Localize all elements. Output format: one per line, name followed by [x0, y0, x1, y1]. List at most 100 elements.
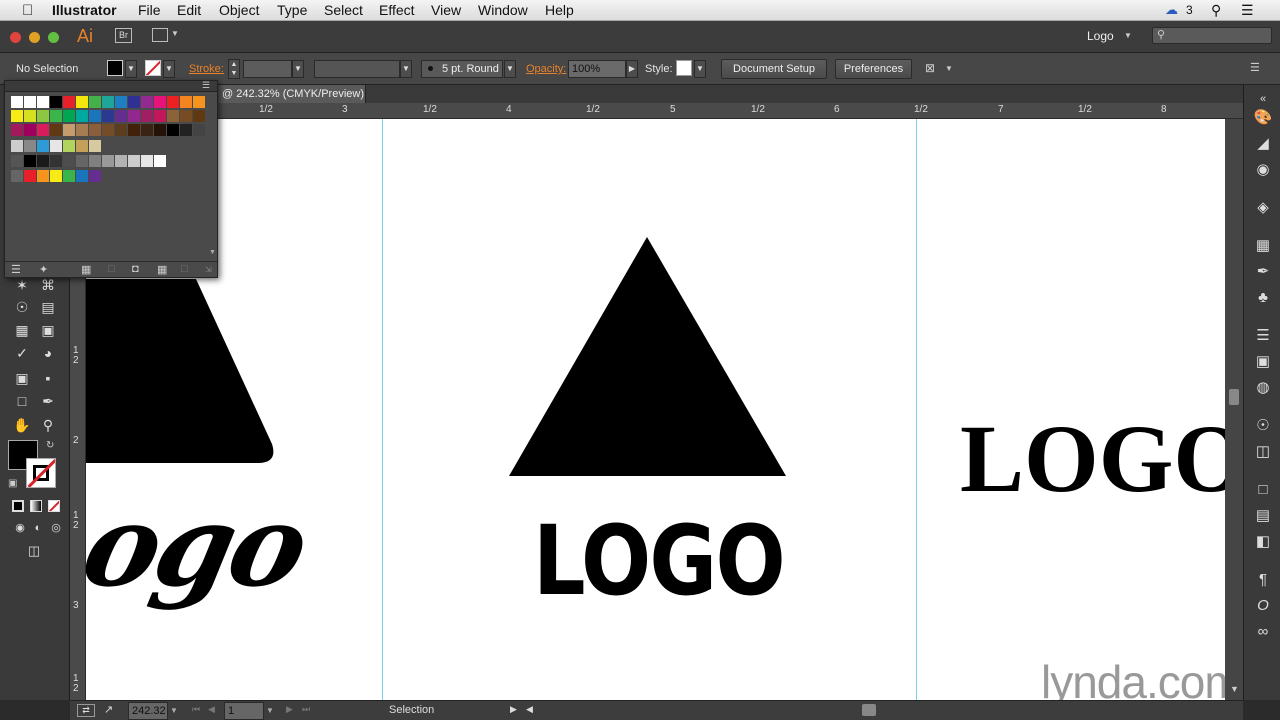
scroll-thumb[interactable]: [1229, 389, 1239, 405]
color-swatch[interactable]: [141, 155, 153, 167]
menu-effect[interactable]: Effect: [379, 2, 415, 18]
swap-colors-icon[interactable]: ↻: [46, 440, 54, 451]
new-swatch-icon[interactable]: ▦: [157, 263, 167, 276]
graphic-style-swatch[interactable]: [676, 60, 692, 76]
draw-normal-icon[interactable]: ◉: [10, 518, 30, 538]
appearance-icon[interactable]: ☉: [1252, 415, 1274, 437]
arrange-documents-icon[interactable]: [152, 28, 168, 42]
color-swatch[interactable]: [11, 110, 23, 122]
hscroll-left-icon[interactable]: ◀: [526, 704, 533, 715]
color-swatch[interactable]: [154, 96, 166, 108]
color-swatch[interactable]: [180, 96, 192, 108]
color-swatch[interactable]: [63, 155, 75, 167]
color-swatch[interactable]: [89, 96, 101, 108]
color-swatch[interactable]: [24, 96, 36, 108]
scroll-down-icon[interactable]: ▼: [1230, 684, 1239, 694]
color-swatch[interactable]: [154, 124, 166, 136]
eyedropper-icon[interactable]: ✓: [12, 343, 32, 363]
color-swatch[interactable]: [24, 155, 36, 167]
resize-grip-icon[interactable]: ⇲: [205, 265, 212, 274]
perspective-grid-icon[interactable]: □: [12, 391, 32, 411]
transparency-icon[interactable]: ◍: [1252, 377, 1274, 399]
search-help-field[interactable]: ⚲: [1152, 27, 1272, 44]
draw-behind-icon[interactable]: ◐: [28, 518, 48, 538]
color-swatch[interactable]: [89, 140, 101, 152]
color-swatch[interactable]: [180, 110, 192, 122]
color-swatch[interactable]: [154, 155, 166, 167]
center-wordmark[interactable]: LOGO: [533, 511, 786, 611]
color-swatch[interactable]: [11, 155, 23, 167]
workspace-switcher[interactable]: Logo: [1087, 29, 1114, 43]
color-swatch[interactable]: [115, 110, 127, 122]
color-swatch[interactable]: [115, 124, 127, 136]
stroke-icon[interactable]: ☰: [1252, 325, 1274, 347]
color-swatch[interactable]: [37, 110, 49, 122]
color-swatch[interactable]: [89, 170, 101, 182]
color-swatch[interactable]: [141, 96, 153, 108]
right-serif-wordmark[interactable]: LOGO: [960, 409, 1225, 509]
draw-inside-icon[interactable]: ◎: [46, 518, 66, 538]
graphic-styles-icon[interactable]: ◫: [1252, 441, 1274, 463]
color-swatch[interactable]: [11, 96, 23, 108]
color-swatch[interactable]: [193, 110, 205, 122]
color-swatch[interactable]: [76, 110, 88, 122]
color-swatch[interactable]: [37, 96, 49, 108]
scroll-down-icon[interactable]: ▼: [209, 249, 216, 256]
swatches-icon[interactable]: ▦: [1252, 235, 1274, 257]
spotlight-icon[interactable]: ⚲: [1211, 2, 1221, 19]
color-swatch[interactable]: [128, 96, 140, 108]
symbol-sprayer-icon[interactable]: ⌘: [38, 275, 58, 295]
left-script-wordmark[interactable]: ogo: [86, 481, 316, 612]
stroke-dropdown-icon[interactable]: ▼: [163, 60, 175, 78]
paragraph-icon[interactable]: ¶: [1252, 569, 1274, 591]
opacity-field[interactable]: 100%: [568, 60, 626, 78]
color-swatch[interactable]: [102, 155, 114, 167]
links-icon[interactable]: ∞: [1252, 621, 1274, 643]
none-mode-icon[interactable]: [48, 500, 60, 512]
preferences-button[interactable]: Preferences: [835, 59, 912, 79]
previous-artboard-icon[interactable]: ◀: [208, 704, 215, 715]
gradient-tool-icon[interactable]: ▣: [38, 320, 58, 340]
artboard-field[interactable]: 1: [224, 702, 264, 720]
fill-dropdown-icon[interactable]: ▼: [125, 60, 137, 78]
horizontal-ruler[interactable]: 1/2 3 1/2 4 1/2 5 1/2 6 1/2 7 1/2 8: [86, 103, 1243, 119]
stroke-weight-field[interactable]: [243, 60, 292, 78]
color-swatch[interactable]: [128, 124, 140, 136]
color-swatch[interactable]: [102, 124, 114, 136]
color-swatch[interactable]: [193, 96, 205, 108]
layers-icon[interactable]: ◈: [1252, 197, 1274, 219]
color-swatch[interactable]: [76, 170, 88, 182]
swatch-options-icon[interactable]: ▦: [81, 263, 91, 276]
color-swatch[interactable]: [50, 170, 62, 182]
menu-help[interactable]: Help: [545, 2, 574, 18]
color-swatch[interactable]: [24, 140, 36, 152]
live-paint-icon[interactable]: ◉: [1252, 159, 1274, 181]
default-colors-icon[interactable]: ▣: [8, 478, 17, 489]
window-minimize-button[interactable]: [29, 32, 40, 43]
color-swatch[interactable]: [50, 155, 62, 167]
panel-menu-icon[interactable]: ☰: [202, 80, 210, 91]
left-triangle-shape[interactable]: [86, 279, 274, 463]
color-swatch[interactable]: [37, 170, 49, 182]
color-swatch[interactable]: [167, 110, 179, 122]
stroke-weight-dropdown-icon[interactable]: ▼: [292, 60, 304, 78]
color-swatch[interactable]: [89, 155, 101, 167]
color-swatch[interactable]: [50, 124, 62, 136]
style-dropdown-icon[interactable]: ▼: [694, 60, 706, 78]
color-swatch[interactable]: [63, 140, 75, 152]
live-paint-icon[interactable]: ◕: [38, 343, 58, 363]
color-swatch[interactable]: [193, 124, 205, 136]
app-name-menu[interactable]: Illustrator: [52, 2, 117, 18]
color-swatch[interactable]: [50, 110, 62, 122]
pathfinder-icon[interactable]: ◧: [1252, 531, 1274, 553]
window-zoom-button[interactable]: [48, 32, 59, 43]
zoom-dropdown-icon[interactable]: ▼: [170, 706, 178, 715]
column-graph-icon[interactable]: ▤: [38, 297, 58, 317]
fill-swatch[interactable]: [107, 60, 123, 76]
menu-type[interactable]: Type: [277, 2, 307, 18]
color-swatch[interactable]: [24, 110, 36, 122]
color-group-icon[interactable]: □: [108, 263, 115, 275]
last-artboard-icon[interactable]: ⏭: [302, 704, 310, 715]
width-profile-dropdown-icon[interactable]: ▼: [400, 60, 412, 78]
control-panel-menu-icon[interactable]: ☰: [1250, 61, 1260, 74]
